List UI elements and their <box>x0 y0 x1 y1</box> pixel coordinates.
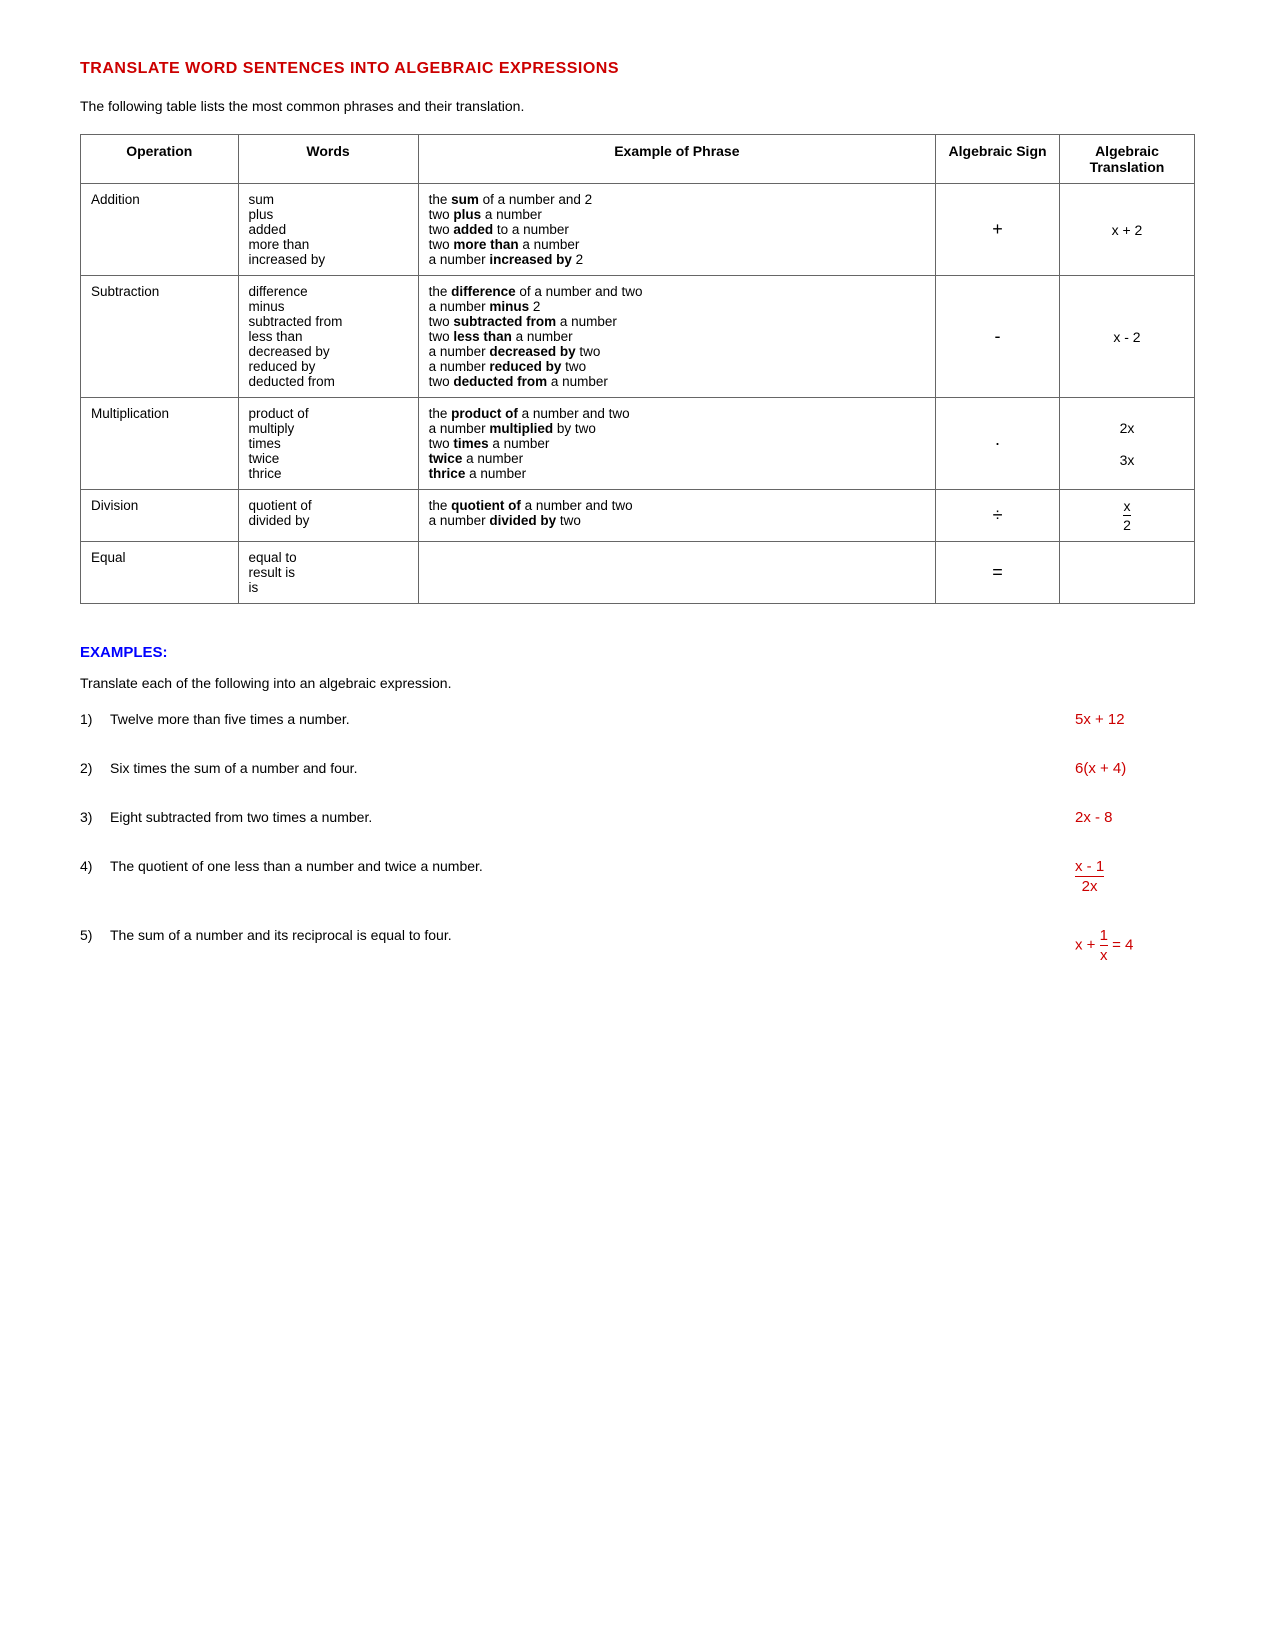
examples-equal <box>418 542 936 604</box>
example-num-1: 1) <box>80 711 110 727</box>
examples-division: the quotient of a number and two a numbe… <box>418 490 936 542</box>
example-item-3: 3) Eight subtracted from two times a num… <box>80 809 1195 826</box>
operation-subtraction: Subtraction <box>81 276 239 398</box>
words-addition: sumplusaddedmore thanincreased by <box>238 184 418 276</box>
intro-text: The following table lists the most commo… <box>80 98 1195 114</box>
operation-division: Division <box>81 490 239 542</box>
example-num-2: 2) <box>80 760 110 776</box>
operation-equal: Equal <box>81 542 239 604</box>
sign-subtraction: - <box>936 276 1060 398</box>
example-text-1: Twelve more than five times a number. <box>110 711 1035 727</box>
table-row-multiplication: Multiplication product ofmultiplytimestw… <box>81 398 1195 490</box>
example-item-4: 4) The quotient of one less than a numbe… <box>80 858 1195 895</box>
translation-subtraction: x - 2 <box>1059 276 1194 398</box>
translation-addition: x + 2 <box>1059 184 1194 276</box>
example-answer-5: x + 1 x = 4 <box>1035 927 1195 964</box>
main-table: Operation Words Example of Phrase Algebr… <box>80 134 1195 604</box>
sign-multiplication: · <box>936 398 1060 490</box>
example-item-2: 2) Six times the sum of a number and fou… <box>80 760 1195 777</box>
words-multiplication: product ofmultiplytimestwicethrice <box>238 398 418 490</box>
words-division: quotient ofdivided by <box>238 490 418 542</box>
example-answer-2: 6(x + 4) <box>1035 760 1195 777</box>
example-num-4: 4) <box>80 858 110 874</box>
sign-equal: = <box>936 542 1060 604</box>
table-row-equal: Equal equal toresult isis = <box>81 542 1195 604</box>
operation-multiplication: Multiplication <box>81 398 239 490</box>
words-subtraction: differenceminussubtracted fromless thand… <box>238 276 418 398</box>
example-answer-1: 5x + 12 <box>1035 711 1195 728</box>
example-item-5: 5) The sum of a number and its reciproca… <box>80 927 1195 964</box>
table-row-division: Division quotient ofdivided by the quoti… <box>81 490 1195 542</box>
col-header-operation: Operation <box>81 135 239 184</box>
examples-title: EXAMPLES: <box>80 644 1195 661</box>
table-row-addition: Addition sumplusaddedmore thanincreased … <box>81 184 1195 276</box>
table-row-subtraction: Subtraction differenceminussubtracted fr… <box>81 276 1195 398</box>
examples-section: EXAMPLES: Translate each of the followin… <box>80 644 1195 964</box>
col-header-sign: Algebraic Sign <box>936 135 1060 184</box>
examples-subtraction: the difference of a number and two a num… <box>418 276 936 398</box>
example-text-5: The sum of a number and its reciprocal i… <box>110 927 1035 943</box>
example-text-3: Eight subtracted from two times a number… <box>110 809 1035 825</box>
col-header-example: Example of Phrase <box>418 135 936 184</box>
examples-multiplication: the product of a number and two a number… <box>418 398 936 490</box>
col-header-words: Words <box>238 135 418 184</box>
example-item-1: 1) Twelve more than five times a number.… <box>80 711 1195 728</box>
sign-addition: + <box>936 184 1060 276</box>
example-answer-4: x - 1 2x <box>1035 858 1195 895</box>
example-text-4: The quotient of one less than a number a… <box>110 858 1035 874</box>
words-equal: equal toresult isis <box>238 542 418 604</box>
col-header-translation: AlgebraicTranslation <box>1059 135 1194 184</box>
operation-addition: Addition <box>81 184 239 276</box>
sign-division: ÷ <box>936 490 1060 542</box>
translation-equal <box>1059 542 1194 604</box>
page-title: TRANSLATE WORD SENTENCES INTO ALGEBRAIC … <box>80 60 1195 78</box>
examples-addition: the sum of a number and 2 two plus a num… <box>418 184 936 276</box>
examples-intro: Translate each of the following into an … <box>80 675 1195 691</box>
translation-division: x 2 <box>1059 490 1194 542</box>
example-text-2: Six times the sum of a number and four. <box>110 760 1035 776</box>
example-answer-3: 2x - 8 <box>1035 809 1195 826</box>
example-num-3: 3) <box>80 809 110 825</box>
example-num-5: 5) <box>80 927 110 943</box>
translation-multiplication: 2x3x <box>1059 398 1194 490</box>
